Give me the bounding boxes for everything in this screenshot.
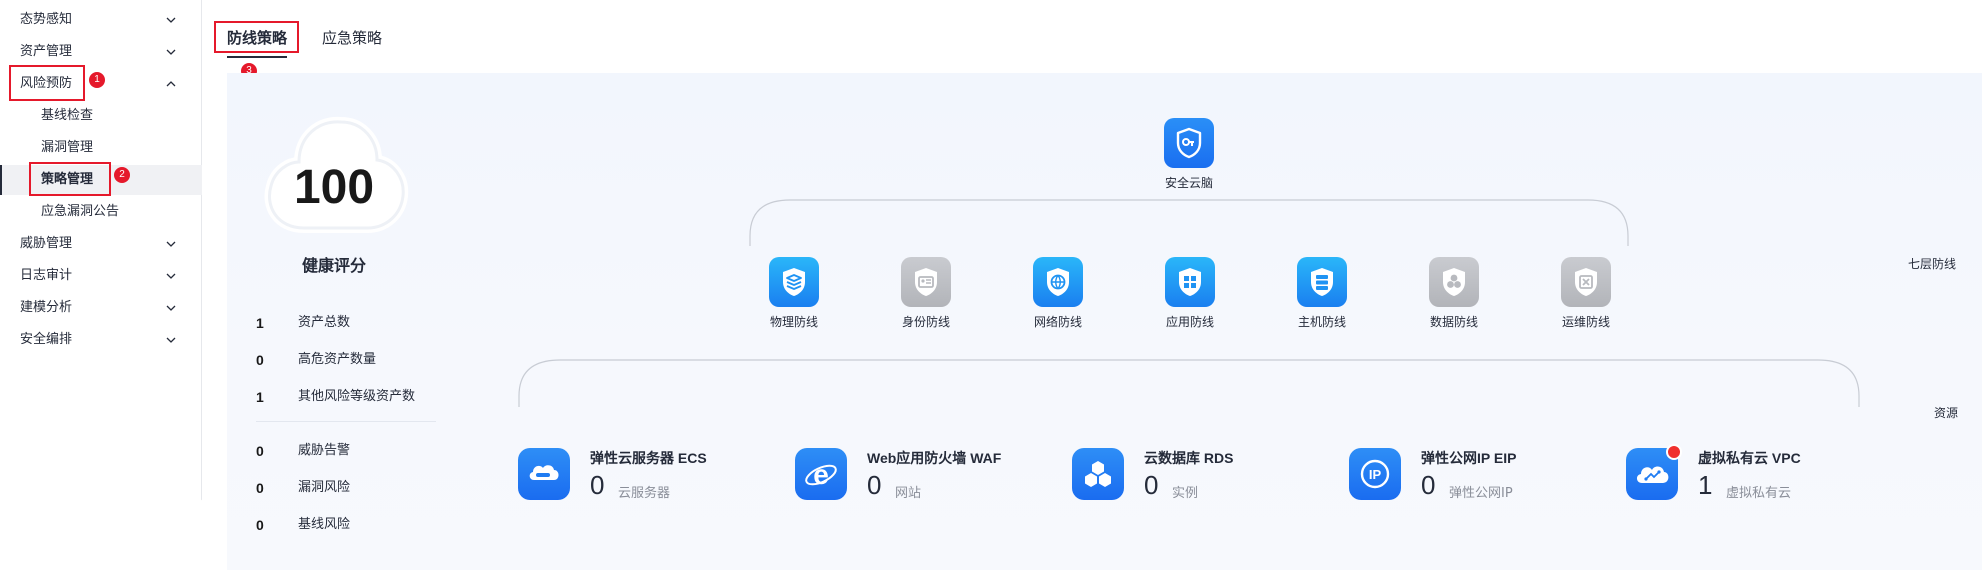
- defense-line-label: 应用防线: [1165, 315, 1214, 329]
- resource-title: 云数据库 RDS: [1144, 450, 1234, 466]
- resource-unit: 云服务器: [618, 486, 671, 501]
- resource-unit: 网站: [895, 486, 922, 501]
- eip-icon: IP: [1349, 448, 1401, 500]
- defense-line-label: 物理防线: [769, 315, 818, 329]
- ops-shield-icon: [1561, 257, 1611, 307]
- seven-layer-defense-label: 七层防线: [1908, 257, 1957, 271]
- resource-title: Web应用防火墙 WAF: [867, 450, 1002, 466]
- defense-line-host[interactable]: 主机防线: [1272, 257, 1372, 330]
- resource-count: 0: [867, 470, 882, 500]
- defense-line-data[interactable]: 数据防线: [1404, 257, 1504, 330]
- ecs-icon: [518, 448, 570, 500]
- defense-line-application[interactable]: 应用防线: [1140, 257, 1240, 330]
- defense-line-network[interactable]: 网络防线: [1008, 257, 1108, 330]
- defense-line-label: 主机防线: [1297, 315, 1346, 329]
- resources-label: 资源: [1934, 406, 1959, 420]
- resource-unit: 实例: [1172, 486, 1199, 501]
- database-icon: [1429, 257, 1479, 307]
- svg-text:IP: IP: [1369, 467, 1382, 482]
- network-shield-icon: [1033, 257, 1083, 307]
- resource-count: 1: [1698, 470, 1713, 500]
- resource-count: 0: [1144, 470, 1159, 500]
- svg-text:e: e: [813, 459, 829, 490]
- defense-line-label: 身份防线: [901, 315, 950, 329]
- defense-line-label: 网络防线: [1033, 315, 1082, 329]
- resource-unit: 弹性公网IP: [1449, 486, 1513, 501]
- resource-count: 0: [590, 470, 605, 500]
- resource-title: 弹性云服务器 ECS: [590, 450, 707, 466]
- resource-title: 弹性公网IP EIP: [1421, 450, 1517, 466]
- defense-line-physical[interactable]: 物理防线: [744, 257, 844, 330]
- resource-unit: 虚拟私有云: [1726, 486, 1792, 501]
- id-card-icon: [901, 257, 951, 307]
- app-grid-icon: [1165, 257, 1215, 307]
- defense-line-label: 运维防线: [1561, 315, 1610, 329]
- layers-icon: [769, 257, 819, 307]
- rds-icon: [1072, 448, 1124, 500]
- defense-line-label: 数据防线: [1429, 315, 1478, 329]
- security-brain-icon: [1164, 118, 1214, 168]
- resource-count: 0: [1421, 470, 1436, 500]
- defense-line-identity[interactable]: 身份防线: [876, 257, 976, 330]
- defense-line-operations[interactable]: 运维防线: [1536, 257, 1636, 330]
- resource-alert-dot: [1666, 444, 1682, 460]
- defense-root-label: 安全云脑: [1164, 176, 1213, 190]
- defense-tree-connectors: [518, 199, 1860, 407]
- defense-root-node[interactable]: 安全云脑: [1139, 118, 1239, 191]
- server-icon: [1297, 257, 1347, 307]
- resource-title: 虚拟私有云 VPC: [1698, 450, 1801, 466]
- waf-icon: e: [795, 448, 847, 500]
